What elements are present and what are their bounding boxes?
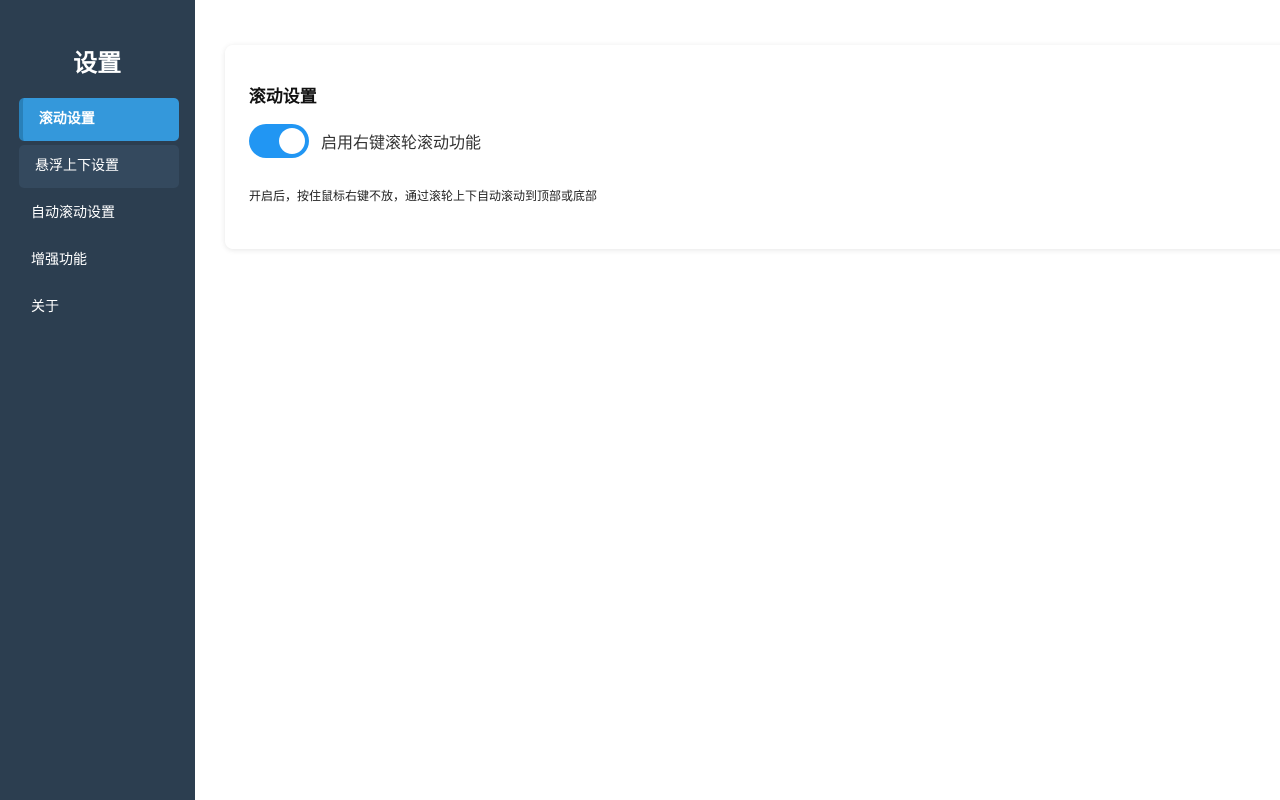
toggle-knob: [279, 128, 305, 154]
sidebar-item-scroll-settings[interactable]: 滚动设置: [19, 98, 179, 141]
sidebar-nav: 滚动设置 悬浮上下设置 自动滚动设置 增强功能 关于: [0, 98, 195, 329]
sidebar-item-enhanced-features[interactable]: 增强功能: [19, 239, 179, 282]
sidebar-item-about[interactable]: 关于: [19, 286, 179, 329]
setting-description: 开启后，按住鼠标右键不放，通过滚轮上下自动滚动到顶部或底部: [249, 189, 598, 203]
sidebar: 设置 滚动设置 悬浮上下设置 自动滚动设置 增强功能 关于: [0, 0, 195, 800]
sidebar-item-floating-settings[interactable]: 悬浮上下设置: [19, 145, 179, 188]
app-window: 设置 滚动设置 悬浮上下设置 自动滚动设置 增强功能 关于 滚动设置 启用右键滚…: [0, 0, 1280, 800]
toggle-label: 启用右键滚轮滚动功能: [321, 133, 482, 152]
sidebar-title: 设置: [73, 49, 122, 77]
card-title: 滚动设置: [249, 87, 317, 107]
settings-card: 滚动设置 启用右键滚轮滚动功能 开启后，按住鼠标右键不放，通过滚轮上下自动滚动到…: [225, 45, 1280, 249]
right-click-scroll-toggle[interactable]: [249, 124, 309, 158]
main-content: 滚动设置 启用右键滚轮滚动功能 开启后，按住鼠标右键不放，通过滚轮上下自动滚动到…: [195, 0, 1280, 800]
sidebar-item-auto-scroll-settings[interactable]: 自动滚动设置: [19, 192, 179, 235]
toggle-row: 启用右键滚轮滚动功能: [249, 124, 1271, 158]
